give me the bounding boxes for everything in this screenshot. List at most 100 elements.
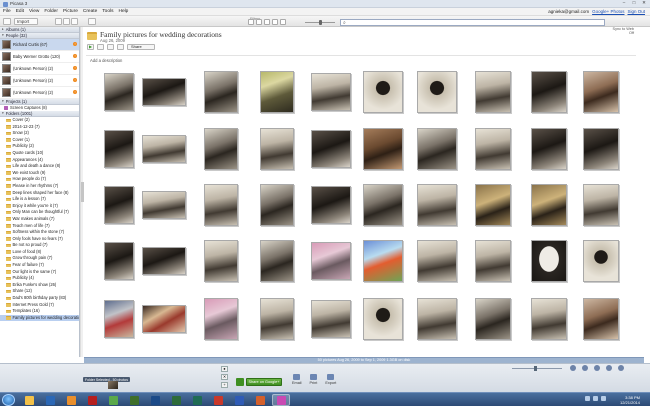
folder-item[interactable]: Be not so proud (7) (0, 242, 79, 249)
folder-item[interactable]: Enjoy it while you're it (7) (0, 203, 79, 210)
tags-icon[interactable] (582, 365, 588, 371)
chrome-icon[interactable] (104, 394, 122, 406)
zoom-handle[interactable] (534, 366, 537, 371)
photo-thumbnail[interactable] (142, 305, 186, 333)
photo-thumbnail[interactable] (104, 186, 134, 224)
list-view-icon[interactable] (55, 18, 62, 25)
photo-thumbnail[interactable] (204, 240, 238, 282)
menu-view[interactable]: View (29, 9, 39, 14)
outlook-icon[interactable] (41, 394, 59, 406)
start-button[interactable] (2, 394, 15, 406)
network-icon[interactable] (585, 396, 590, 401)
folder-item[interactable]: 2014-12-23 (7) (0, 124, 79, 131)
volume-icon[interactable] (593, 396, 598, 401)
folder-item[interactable]: Publicity (2) (0, 143, 79, 150)
photo-thumbnail[interactable] (104, 73, 134, 111)
menu-edit[interactable]: Edit (16, 9, 24, 14)
folder-item[interactable]: Cover (1) (0, 137, 79, 144)
menu-tools[interactable]: Tools (102, 9, 113, 14)
folder-options-icon[interactable] (88, 18, 96, 25)
export-button[interactable]: Export (325, 374, 336, 385)
folder-item[interactable]: Love of food (8) (0, 249, 79, 256)
person-item[interactable]: Richard Curtis (67)! (0, 39, 79, 51)
folder-item[interactable]: Publicity (4) (0, 275, 79, 282)
photo-thumbnail[interactable] (260, 298, 294, 340)
google-plus-icon[interactable] (236, 378, 244, 386)
hold-icon[interactable]: ● (221, 366, 228, 372)
add-icon[interactable] (3, 18, 11, 25)
folder-item[interactable]: Dad's 80th birthday party (83) (0, 295, 79, 302)
word-icon[interactable] (230, 394, 248, 406)
photo-thumbnail[interactable] (311, 300, 351, 338)
firefox-icon[interactable] (251, 394, 269, 406)
folder-item[interactable]: Life and death a dance (8) (0, 163, 79, 170)
folder-item[interactable]: Cover (2) (0, 117, 79, 124)
folder-item[interactable]: Snow (2) (0, 130, 79, 137)
photo-thumbnail[interactable] (417, 240, 457, 282)
sync-to-web[interactable]: Sync to Web Off (613, 27, 634, 35)
folder-item[interactable]: We exist touch (9) (0, 170, 79, 177)
face-filter-icon[interactable] (264, 19, 270, 25)
photo-thumbnail[interactable] (531, 240, 567, 282)
photo-thumbnail[interactable] (260, 71, 294, 113)
photo-thumbnail[interactable] (260, 240, 294, 282)
folder-item[interactable]: Erika Funke's show (26) (0, 282, 79, 289)
folder-item[interactable]: Only fools have no fears (7) (0, 236, 79, 243)
acrobat-icon[interactable] (83, 394, 101, 406)
search-input[interactable]: ⌕ (340, 18, 605, 26)
photo-thumbnail[interactable] (417, 128, 457, 170)
folder-item[interactable]: Family pictures for wedding decorations (0, 314, 79, 322)
video-filter-icon[interactable] (256, 19, 262, 25)
folder-item[interactable]: Please in her rhythms (7) (0, 183, 79, 190)
add-description-link[interactable]: Add a description (90, 58, 122, 63)
windows-explorer-icon[interactable] (20, 394, 38, 406)
folder-item[interactable]: Grow through pain (7) (0, 255, 79, 262)
photo-thumbnail[interactable] (475, 240, 511, 282)
photo-thumbnail[interactable] (363, 298, 403, 340)
photo-thumbnail[interactable] (363, 184, 403, 226)
sign-out-link[interactable]: Sign Out (627, 9, 645, 14)
menu-help[interactable]: Help (118, 9, 128, 14)
photo-thumbnail[interactable] (104, 242, 134, 280)
folder-item[interactable]: Our light is the same (7) (0, 269, 79, 276)
people-icon[interactable] (570, 365, 576, 371)
star-filter-icon[interactable] (248, 19, 254, 25)
photo-thumbnail[interactable] (311, 242, 351, 280)
folder-item[interactable]: Teach men of life (7) (0, 223, 79, 230)
upload-filter-icon[interactable] (280, 19, 286, 25)
dreamweaver-icon[interactable] (125, 394, 143, 406)
photo-thumbnail[interactable] (311, 130, 351, 168)
menu-file[interactable]: File (3, 9, 11, 14)
photo-thumbnail[interactable] (142, 78, 186, 106)
photo-thumbnail[interactable] (475, 298, 511, 340)
acrobat2-icon[interactable] (209, 394, 227, 406)
folder-item[interactable]: Deep lines shaped her face (8) (0, 190, 79, 197)
photo-thumbnail[interactable] (583, 71, 619, 113)
share-button[interactable]: Share (127, 44, 155, 50)
person-item[interactable]: (Unknown Person) (2)! (0, 63, 79, 75)
folder-item[interactable]: Fear of failure (7) (0, 262, 79, 269)
photoshop-icon[interactable] (146, 394, 164, 406)
tray-thumbnail[interactable] (108, 381, 118, 389)
share-on-google-button[interactable]: Share on Google+ (246, 378, 282, 386)
dreamweaver2-icon[interactable] (167, 394, 185, 406)
photo-thumbnail[interactable] (583, 184, 619, 226)
photo-thumbnail[interactable] (104, 130, 134, 168)
add-to-album-icon[interactable]: + (221, 382, 228, 388)
sidebar-scrollbar[interactable] (80, 27, 84, 357)
close-button[interactable]: ✕ (640, 0, 648, 6)
photo-thumbnail[interactable] (417, 71, 457, 113)
print-button[interactable]: Print (310, 374, 317, 385)
minimize-button[interactable]: – (620, 0, 628, 6)
photo-thumbnail[interactable] (204, 71, 238, 113)
comments-icon[interactable] (606, 365, 612, 371)
picasa-icon[interactable] (272, 394, 290, 406)
photo-thumbnail[interactable] (417, 184, 457, 226)
places-icon[interactable] (594, 365, 600, 371)
photo-thumbnail[interactable] (531, 184, 567, 226)
play-slideshow-icon[interactable]: ▶ (87, 44, 94, 50)
menu-folder[interactable]: Folder (44, 9, 58, 14)
geotag-filter-icon[interactable] (272, 19, 278, 25)
system-clock[interactable]: 3:38 PM 12/21/2014 (620, 395, 640, 405)
photo-thumbnail[interactable] (204, 298, 238, 340)
